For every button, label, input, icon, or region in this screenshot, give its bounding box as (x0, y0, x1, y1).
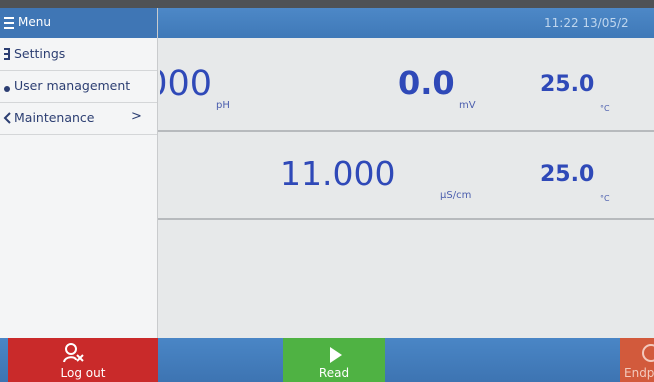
play-icon (330, 347, 342, 363)
logout-user-icon (63, 343, 84, 363)
ph-unit: pH (216, 100, 230, 111)
menu-item-label: Settings (14, 46, 66, 61)
conductivity-value: 11.000 (280, 154, 396, 193)
endpoint-button[interactable]: Endp (620, 338, 654, 382)
menu-item-label: Maintenance (14, 110, 95, 125)
menu-item-label: User management (14, 78, 131, 93)
hamburger-icon (4, 17, 14, 29)
read-label: Read (318, 366, 350, 380)
temp-value-1: 25.0 (540, 72, 595, 97)
menu-item-user-management[interactable]: User management (0, 72, 157, 103)
mv-unit: mV (459, 100, 476, 111)
instrument-screen: 11:22 13/05/2 000 pH 0.0 mV 25.0 °C 11.0… (0, 0, 654, 382)
gear-icon (4, 48, 10, 60)
ph-value: 000 (160, 64, 212, 104)
menu-header[interactable]: Menu (0, 8, 157, 38)
endpoint-icon (642, 344, 654, 362)
wrench-icon (3, 112, 11, 124)
mv-value: 0.0 (398, 64, 455, 102)
user-icon (4, 86, 10, 92)
temp-unit-1: °C (600, 104, 610, 113)
row-divider (154, 130, 654, 132)
temp-value-2: 25.0 (540, 162, 595, 187)
conductivity-unit: µS/cm (440, 190, 472, 201)
endpoint-label: Endp (624, 366, 654, 380)
logout-label: Log out (60, 366, 106, 380)
temp-unit-2: °C (600, 194, 610, 203)
menu-title: Menu (18, 15, 51, 29)
clock-display: 11:22 13/05/2 (544, 16, 629, 30)
row-divider (154, 218, 654, 220)
menu-item-maintenance[interactable]: Maintenance > (0, 104, 157, 135)
side-menu: Menu Settings User management Maintenanc… (0, 8, 158, 338)
chevron-right-icon: > (131, 109, 142, 124)
logout-button[interactable]: Log out (8, 338, 158, 382)
read-button[interactable]: Read (283, 338, 385, 382)
menu-item-settings[interactable]: Settings (0, 40, 157, 71)
